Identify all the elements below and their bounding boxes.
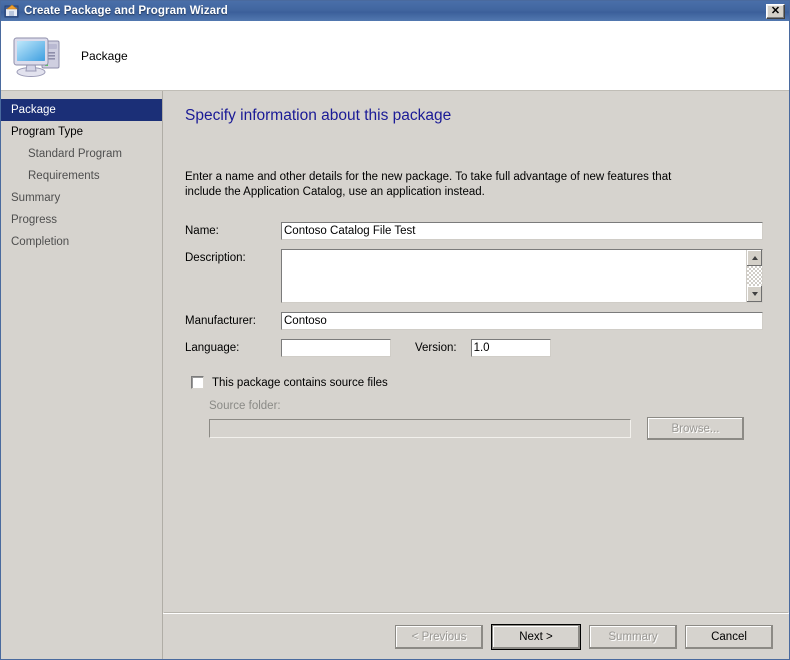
body-area: Package Program Type Standard Program Re…	[1, 91, 789, 659]
description-field-wrap	[281, 249, 763, 303]
name-input[interactable]	[281, 222, 763, 240]
wizard-header: Package	[1, 21, 789, 91]
cancel-button[interactable]: Cancel	[685, 625, 773, 649]
description-input[interactable]	[282, 250, 745, 302]
scroll-down-button[interactable]	[747, 286, 762, 302]
title-bar: Create Package and Program Wizard ✕	[1, 1, 789, 21]
header-label: Package	[81, 49, 128, 63]
version-input[interactable]	[471, 339, 551, 357]
sidebar-item-progress[interactable]: Progress	[1, 209, 162, 231]
main-content: Specify information about this package E…	[163, 91, 789, 613]
source-folder-row: Browse...	[209, 417, 767, 440]
manufacturer-label: Manufacturer:	[185, 312, 281, 327]
close-button[interactable]: ✕	[766, 4, 785, 19]
source-files-checkbox[interactable]	[191, 376, 204, 389]
wizard-footer: < Previous Next > Summary Cancel	[163, 613, 789, 659]
sidebar-item-requirements[interactable]: Requirements	[1, 165, 162, 187]
computer-icon	[11, 31, 67, 81]
sidebar-item-label: Package	[11, 104, 56, 116]
manufacturer-row: Manufacturer:	[185, 312, 767, 330]
sidebar-item-program-type[interactable]: Program Type	[1, 121, 162, 143]
scroll-up-button[interactable]	[747, 250, 762, 266]
summary-button: Summary	[589, 625, 677, 649]
description-row: Description:	[185, 249, 767, 303]
arrow-down-icon	[752, 292, 758, 296]
sidebar-item-label: Completion	[11, 236, 69, 248]
version-label: Version:	[415, 342, 457, 354]
sidebar-item-label: Standard Program	[28, 148, 122, 160]
description-scrollbar[interactable]	[746, 250, 762, 302]
source-folder-label: Source folder:	[209, 400, 767, 412]
source-folder-input	[209, 419, 631, 438]
sidebar-item-package[interactable]: Package	[1, 99, 162, 121]
wizard-steps-sidebar: Package Program Type Standard Program Re…	[1, 91, 163, 659]
page-title: Specify information about this package	[185, 105, 767, 125]
sidebar-item-label: Progress	[11, 214, 57, 226]
name-row: Name:	[185, 222, 767, 240]
previous-button: < Previous	[395, 625, 483, 649]
intro-text: Enter a name and other details for the n…	[185, 170, 710, 200]
description-label: Description:	[185, 249, 281, 264]
source-files-checkbox-label: This package contains source files	[212, 377, 388, 389]
package-wizard-icon	[4, 3, 20, 19]
package-form: Name: Description:	[185, 222, 767, 357]
close-icon: ✕	[771, 6, 780, 17]
sidebar-item-label: Summary	[11, 192, 60, 204]
window-title: Create Package and Program Wizard	[24, 5, 228, 17]
browse-button: Browse...	[647, 417, 744, 440]
language-input[interactable]	[281, 339, 391, 357]
sidebar-item-label: Program Type	[11, 126, 83, 138]
manufacturer-input[interactable]	[281, 312, 763, 330]
sidebar-item-completion[interactable]: Completion	[1, 231, 162, 253]
language-version-group: Version:	[281, 339, 551, 357]
main-pane: Specify information about this package E…	[163, 91, 789, 659]
sidebar-item-standard-program[interactable]: Standard Program	[1, 143, 162, 165]
name-label: Name:	[185, 222, 281, 237]
next-button[interactable]: Next >	[492, 625, 580, 649]
sidebar-item-summary[interactable]: Summary	[1, 187, 162, 209]
language-version-row: Language: Version:	[185, 339, 767, 357]
arrow-up-icon	[752, 256, 758, 260]
scroll-track[interactable]	[747, 266, 762, 286]
language-label: Language:	[185, 339, 281, 354]
sidebar-item-label: Requirements	[28, 170, 100, 182]
source-files-checkbox-row[interactable]: This package contains source files	[191, 376, 767, 389]
wizard-window: Create Package and Program Wizard ✕	[0, 0, 790, 660]
source-folder-block: Source folder: Browse...	[209, 400, 767, 440]
